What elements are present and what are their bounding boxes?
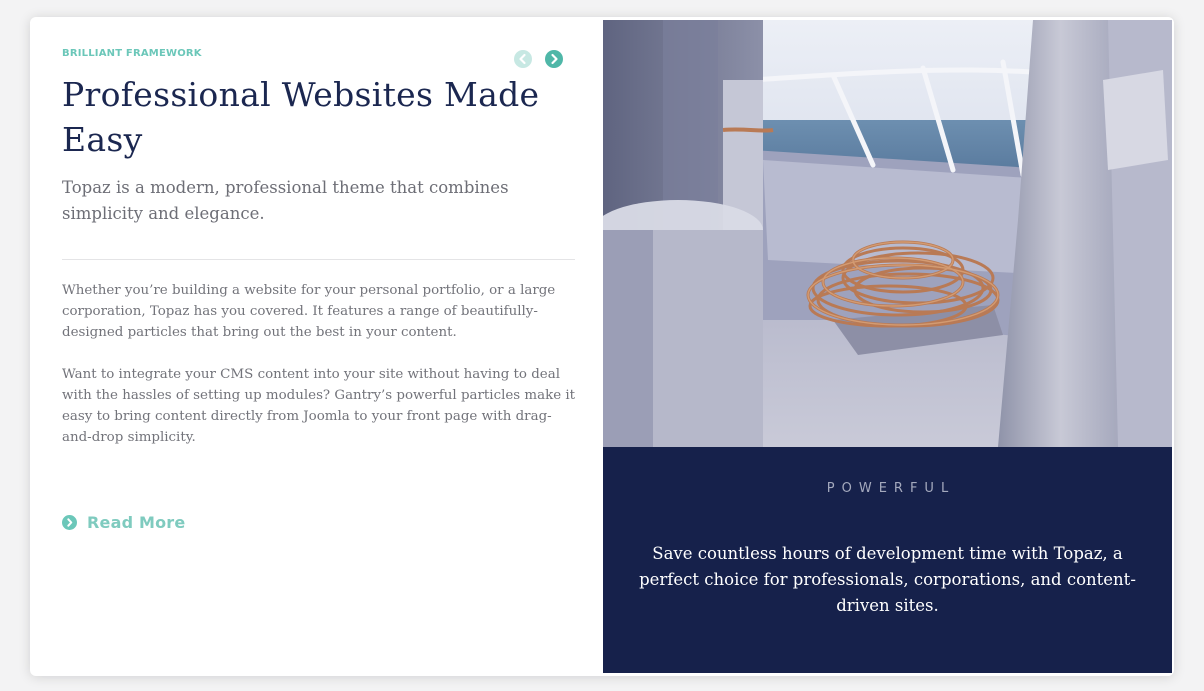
chevron-right-icon [551,53,558,65]
prev-slide-button[interactable] [514,50,532,68]
body-paragraph: Whether you’re building a website for yo… [62,283,556,340]
page-title: Professional Websites Made Easy [62,75,540,159]
read-more-label: Read More [87,512,186,532]
body-paragraph: Want to integrate your CMS content into … [62,367,576,445]
slider-controls [514,50,566,68]
feature-label: POWERFUL [826,481,956,496]
read-more-link[interactable]: Read More [62,511,185,533]
content-card: BRILLIANT FRAMEWORK Professional Website… [30,17,1174,676]
next-slide-button[interactable] [545,50,563,68]
eyebrow-label: BRILLIANT FRAMEWORK [62,48,202,59]
lead-text: Topaz is a modern, professional theme th… [62,178,509,223]
feature-panel: POWERFUL Save countless hours of develop… [603,20,1172,676]
divider [62,259,575,260]
intro-panel: BRILLIANT FRAMEWORK Professional Website… [30,17,603,676]
feature-banner: POWERFUL Save countless hours of develop… [603,447,1172,673]
feature-image [603,20,1172,447]
chevron-left-icon [519,53,526,65]
rope-on-deck-image [603,20,1172,447]
feature-text: Save countless hours of development time… [639,544,1136,615]
chevron-right-circle-icon [62,514,77,530]
